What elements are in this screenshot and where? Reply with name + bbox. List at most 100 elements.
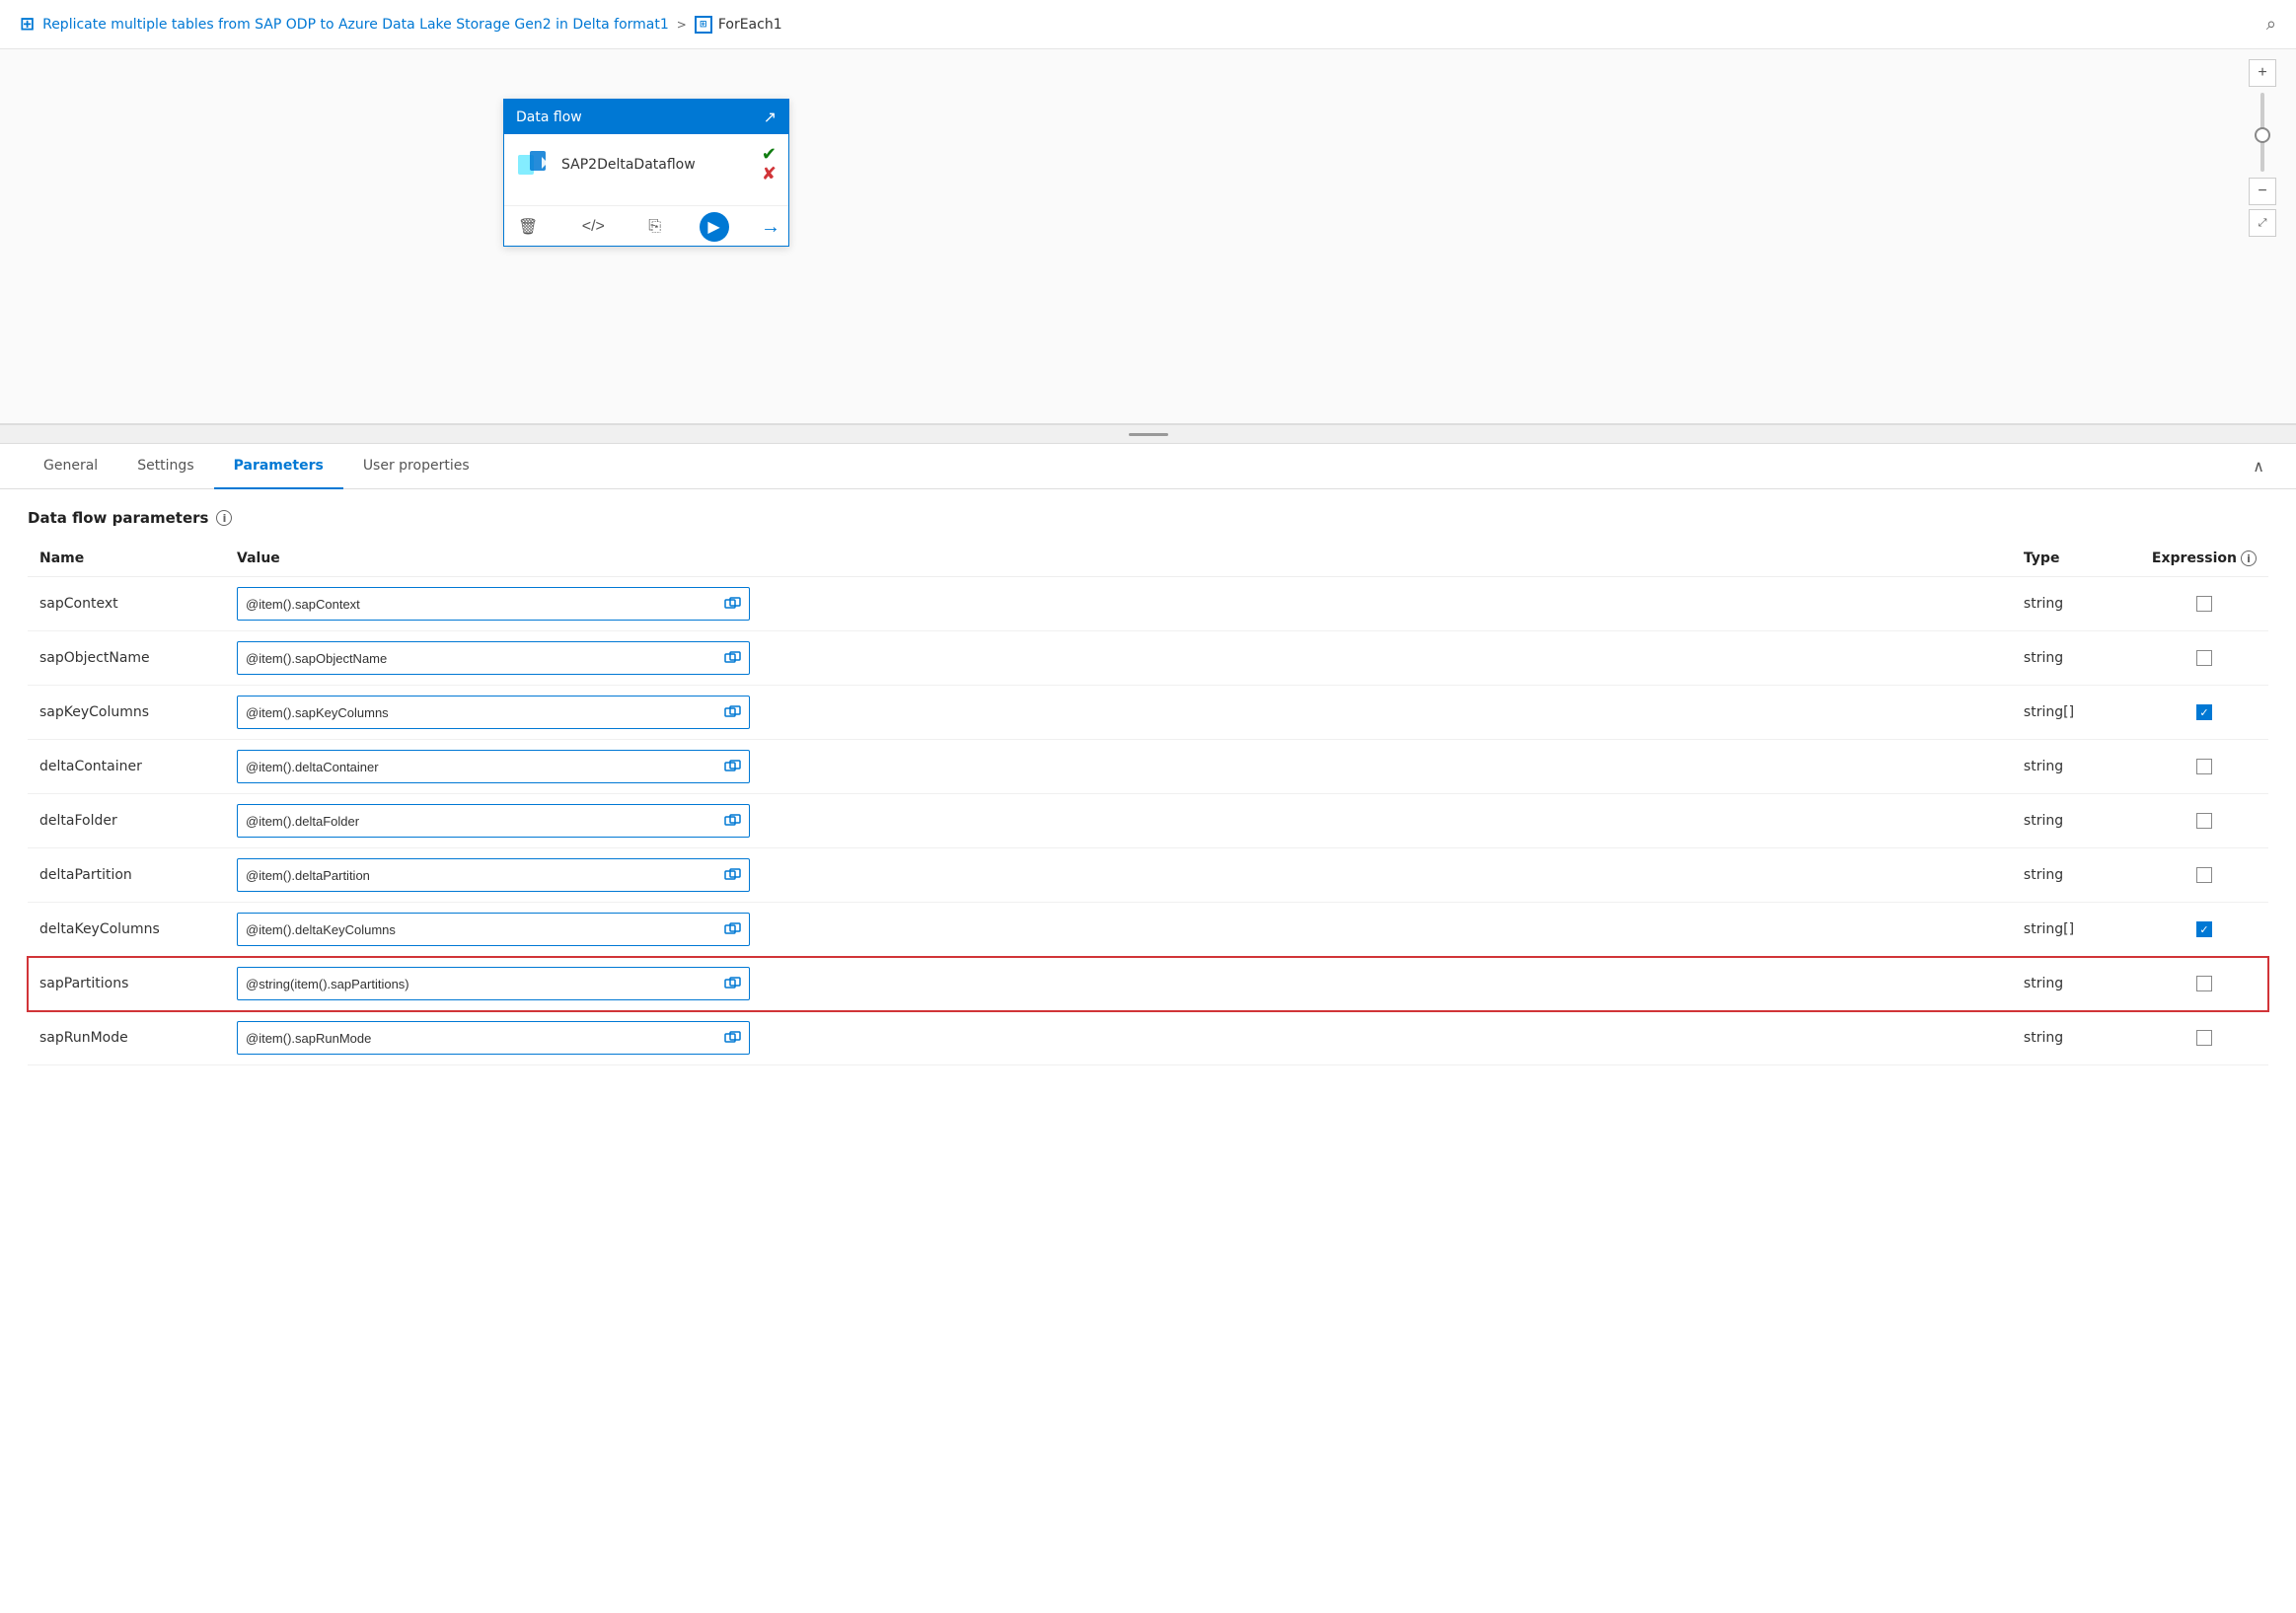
copy-button[interactable]: ⎘	[642, 216, 667, 238]
param-expression-cell	[2140, 903, 2268, 957]
expression-checkbox[interactable]	[2196, 813, 2212, 829]
collapse-panel-button[interactable]: ∧	[2245, 453, 2272, 479]
zoom-slider-thumb[interactable]	[2255, 127, 2270, 143]
value-input[interactable]	[238, 593, 717, 616]
param-name-cell: sapRunMode	[28, 1011, 225, 1065]
zoom-fit-button[interactable]: ⤢	[2249, 209, 2276, 237]
card-status-icons: ✔ ✘	[762, 146, 777, 183]
param-type-cell: string	[2012, 577, 2140, 631]
section-info-icon[interactable]: i	[216, 510, 232, 526]
dynamic-content-button[interactable]	[717, 1022, 749, 1054]
param-expression-cell	[2140, 1011, 2268, 1065]
expression-checkbox[interactable]	[2196, 921, 2212, 937]
dynamic-content-button[interactable]	[717, 588, 749, 620]
code-button[interactable]: </>	[576, 216, 611, 238]
param-expression-cell	[2140, 957, 2268, 1011]
param-name-cell: sapContext	[28, 577, 225, 631]
col-header-type: Type	[2012, 543, 2140, 577]
value-input[interactable]	[238, 647, 717, 670]
value-input-wrap	[237, 967, 750, 1000]
param-type-cell: string	[2012, 957, 2140, 1011]
param-name-cell: deltaFolder	[28, 794, 225, 848]
dynamic-content-button[interactable]	[717, 805, 749, 837]
expression-checkbox[interactable]	[2196, 1030, 2212, 1046]
value-input[interactable]	[238, 701, 717, 724]
value-input[interactable]	[238, 1027, 717, 1050]
dynamic-content-button[interactable]	[717, 697, 749, 728]
dynamic-content-button[interactable]	[717, 751, 749, 782]
param-type-cell: string	[2012, 848, 2140, 903]
col-header-name: Name	[28, 543, 225, 577]
external-link-icon[interactable]: ↗	[764, 108, 777, 126]
param-type-cell: string	[2012, 794, 2140, 848]
divider-dash	[1129, 433, 1168, 436]
col-header-expression: Expression i	[2140, 543, 2268, 577]
value-input[interactable]	[238, 973, 717, 995]
value-input-wrap	[237, 804, 750, 838]
tab-parameters[interactable]: Parameters	[214, 444, 343, 489]
bottom-panel: General Settings Parameters User propert…	[0, 444, 2296, 1085]
breadcrumb-pipeline-link[interactable]: Replicate multiple tables from SAP ODP t…	[42, 17, 669, 33]
parameters-table: Name Value Type Expression i sapContexts…	[28, 543, 2268, 1065]
divider-handle[interactable]	[0, 424, 2296, 444]
value-input[interactable]	[238, 864, 717, 887]
zoom-in-button[interactable]: +	[2249, 59, 2276, 87]
arrow-button[interactable]: →	[761, 216, 780, 239]
tab-settings[interactable]: Settings	[117, 444, 213, 489]
delete-button[interactable]: 🗑	[512, 215, 544, 239]
value-input[interactable]	[238, 810, 717, 833]
canvas-area: Data flow ↗ SAP2DeltaDataflow ✔ ✘ 🗑	[0, 49, 2296, 424]
param-type-cell: string[]	[2012, 903, 2140, 957]
expression-checkbox[interactable]	[2196, 650, 2212, 666]
table-row: sapContext string	[28, 577, 2268, 631]
expression-info-icon[interactable]: i	[2241, 550, 2257, 566]
dataflow-node-card: Data flow ↗ SAP2DeltaDataflow ✔ ✘ 🗑	[503, 99, 789, 247]
zoom-out-button[interactable]: −	[2249, 178, 2276, 205]
value-input[interactable]	[238, 756, 717, 778]
param-value-cell	[225, 631, 2012, 686]
dataflow-label: Data flow	[516, 110, 582, 125]
tab-general[interactable]: General	[24, 444, 117, 489]
col-header-value: Value	[225, 543, 2012, 577]
parameters-content: Data flow parameters i Name Value Type E…	[0, 489, 2296, 1085]
param-expression-cell	[2140, 740, 2268, 794]
value-input-wrap	[237, 587, 750, 621]
value-input-wrap	[237, 641, 750, 675]
param-value-cell	[225, 577, 2012, 631]
dynamic-content-button[interactable]	[717, 642, 749, 674]
breadcrumb-current: ⊞ ForEach1	[695, 16, 782, 34]
dynamic-content-button[interactable]	[717, 914, 749, 945]
expression-checkbox[interactable]	[2196, 596, 2212, 612]
search-icon[interactable]: ⌕	[2266, 14, 2276, 35]
card-header: Data flow ↗	[504, 100, 788, 134]
card-body: SAP2DeltaDataflow ✔ ✘	[504, 134, 788, 205]
expression-checkbox[interactable]	[2196, 704, 2212, 720]
dynamic-content-button[interactable]	[717, 968, 749, 999]
value-input-wrap	[237, 1021, 750, 1055]
expression-checkbox[interactable]	[2196, 976, 2212, 991]
run-button[interactable]: ▶	[700, 212, 729, 242]
dynamic-content-button[interactable]	[717, 859, 749, 891]
param-value-cell	[225, 1011, 2012, 1065]
tab-user-properties[interactable]: User properties	[343, 444, 489, 489]
table-row: sapRunModestring	[28, 1011, 2268, 1065]
dataflow-svg-icon	[516, 147, 552, 183]
expression-checkbox[interactable]	[2196, 759, 2212, 774]
table-row: deltaFolder string	[28, 794, 2268, 848]
expression-checkbox[interactable]	[2196, 867, 2212, 883]
param-name-cell: deltaPartition	[28, 848, 225, 903]
param-value-cell	[225, 686, 2012, 740]
value-input[interactable]	[238, 918, 717, 941]
status-x-icon: ✘	[762, 166, 777, 183]
breadcrumb-bar: ⊞ Replicate multiple tables from SAP ODP…	[0, 0, 2296, 49]
param-value-cell	[225, 903, 2012, 957]
param-value-cell	[225, 848, 2012, 903]
value-input-wrap	[237, 913, 750, 946]
section-title: Data flow parameters i	[28, 509, 2268, 527]
card-actions: 🗑 </> ⎘ ▶ →	[504, 205, 788, 246]
table-row: deltaContainerstring	[28, 740, 2268, 794]
section-title-text: Data flow parameters	[28, 509, 208, 527]
zoom-controls: + − ⤢	[2249, 59, 2276, 237]
table-row: deltaPartition string	[28, 848, 2268, 903]
table-row: sapObjectNamestring	[28, 631, 2268, 686]
